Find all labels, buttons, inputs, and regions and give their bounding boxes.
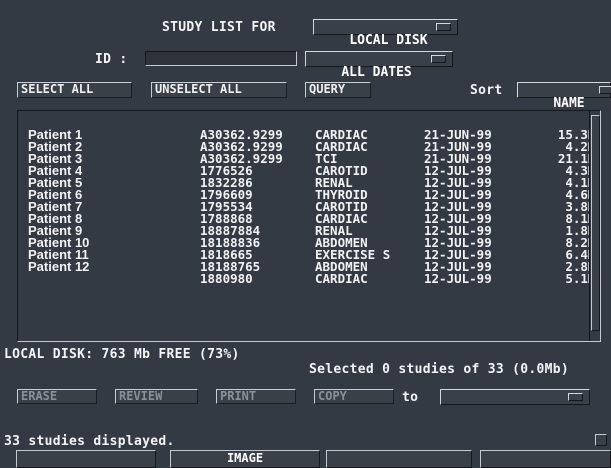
sort-label: Sort [470,83,503,98]
studies-displayed-status: 33 studies displayed. [4,434,175,449]
sort-dropdown[interactable]: NAME [517,82,611,111]
select-all-button[interactable]: SELECT ALL [17,82,132,98]
dropdown-toggle-icon [436,23,451,31]
study-date: 12-JUL-99 [424,271,492,286]
destination-dropdown[interactable] [440,389,590,405]
dropdown-toggle-icon [599,86,611,94]
dropdown-toggle-icon [568,393,583,401]
print-button[interactable]: PRINT [216,389,296,404]
scrollbar-thumb[interactable] [591,115,600,331]
bottom-bar: IMAGE [0,450,611,468]
bottom-segment[interactable] [480,450,611,468]
id-input[interactable] [145,51,297,66]
sort-dropdown-value: NAME [553,96,585,111]
copy-button[interactable]: COPY [314,389,394,404]
source-dropdown[interactable]: LOCAL DISK [313,19,458,48]
image-button[interactable]: IMAGE [170,450,320,468]
id-label: ID : [95,52,128,67]
unselect-all-button[interactable]: UNSELECT ALL [151,82,287,98]
study-type: CARDIAC [315,271,368,286]
study-list-title: STUDY LIST FOR [162,20,276,35]
selection-status: Selected 0 studies of 33 (0.0Mb) [309,362,570,377]
source-dropdown-value: LOCAL DISK [349,33,428,48]
patient-name: Patient 12 [28,259,90,274]
dropdown-toggle-icon [431,55,446,63]
query-button[interactable]: QUERY [305,82,371,98]
resize-corner-icon[interactable] [595,434,607,446]
bottom-segment[interactable] [16,450,156,468]
erase-button[interactable]: ERASE [17,389,97,404]
list-scrollbar[interactable] [589,111,600,341]
review-button[interactable]: REVIEW [115,389,198,404]
study-list[interactable]: Patient 1 A30362.9299 CARDIAC 21-JUN-99 … [17,110,601,342]
study-id: 1880980 [200,271,253,286]
study-list-screen: STUDY LIST FOR LOCAL DISK ID : ALL DATES… [0,0,611,468]
to-label: to [402,390,419,405]
dates-dropdown[interactable]: ALL DATES [305,51,453,80]
dates-dropdown-value: ALL DATES [341,65,412,80]
bottom-segment[interactable] [326,450,472,468]
disk-free-status: LOCAL DISK: 763 Mb FREE (73%) [4,347,240,362]
